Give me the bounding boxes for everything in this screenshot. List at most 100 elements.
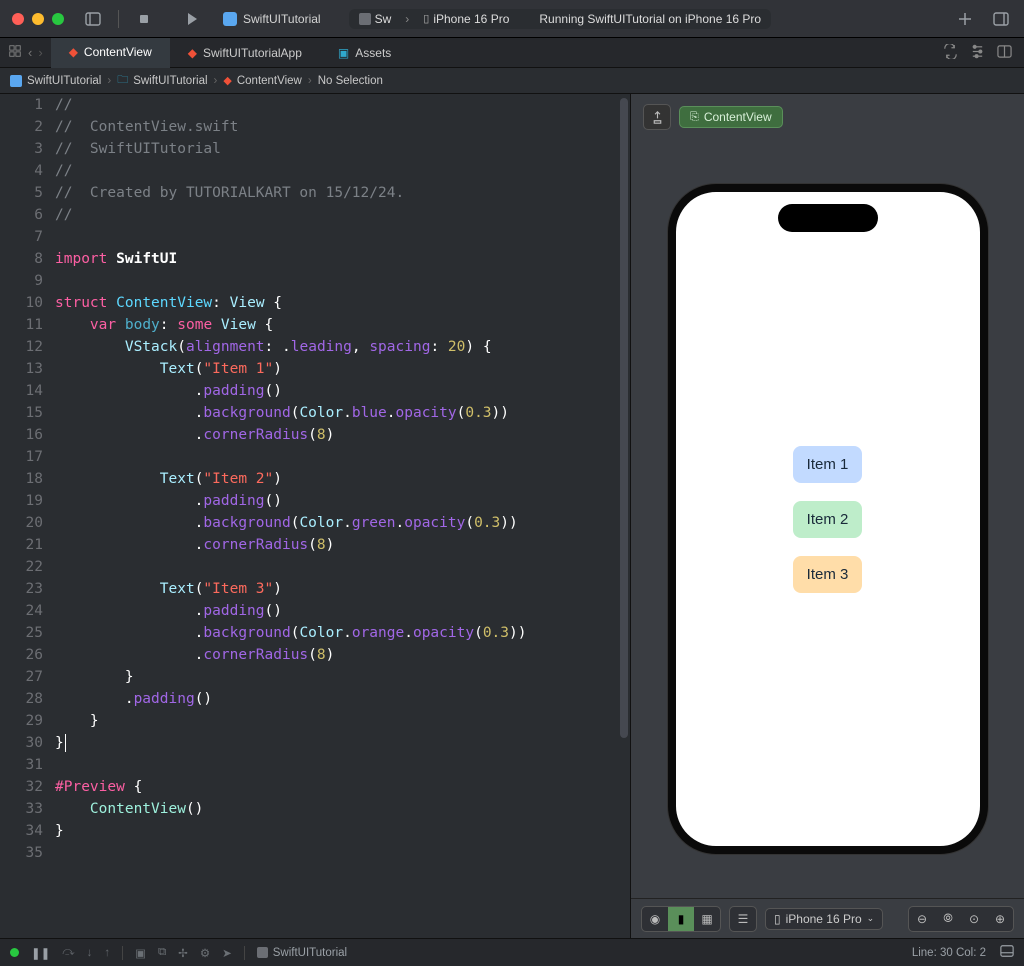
pause-debug-button[interactable]: ❚❚ <box>31 946 50 960</box>
scheme-selector[interactable]: SwiftUITutorial <box>223 12 321 26</box>
library-icon[interactable] <box>990 8 1012 30</box>
code-line[interactable]: 20 .background(Color.green.opacity(0.3)) <box>0 512 630 534</box>
code-content[interactable]: .background(Color.blue.opacity(0.3)) <box>55 402 630 424</box>
code-line[interactable]: 17 <box>0 446 630 468</box>
code-content[interactable]: } <box>55 820 630 842</box>
code-content[interactable]: } <box>55 710 630 732</box>
breadcrumb-project[interactable]: SwiftUITutorial <box>10 75 101 87</box>
preview-item[interactable]: Item 2 <box>793 501 863 538</box>
code-line[interactable]: 35 <box>0 842 630 864</box>
debug-view-button[interactable]: ▣ <box>135 946 146 960</box>
status-crumb-app[interactable]: Sw <box>359 12 392 26</box>
code-content[interactable]: .padding() <box>55 380 630 402</box>
editor-scrollbar[interactable] <box>620 98 628 738</box>
code-line[interactable]: 27 } <box>0 666 630 688</box>
zoom-fit-button[interactable]: ⊙ <box>961 907 987 931</box>
code-line[interactable]: 12 VStack(alignment: .leading, spacing: … <box>0 336 630 358</box>
code-content[interactable] <box>55 556 630 578</box>
code-content[interactable]: Text("Item 3") <box>55 578 630 600</box>
close-window-button[interactable] <box>12 13 24 25</box>
code-line[interactable]: 8import SwiftUI <box>0 248 630 270</box>
code-content[interactable]: .background(Color.green.opacity(0.3)) <box>55 512 630 534</box>
process-selector[interactable]: SwiftUITutorial <box>257 947 347 959</box>
code-line[interactable]: 23 Text("Item 3") <box>0 578 630 600</box>
preview-item[interactable]: Item 1 <box>793 446 863 483</box>
code-content[interactable]: // ContentView.swift <box>55 116 630 138</box>
code-content[interactable]: struct ContentView: View { <box>55 292 630 314</box>
code-line[interactable]: 33 ContentView() <box>0 798 630 820</box>
add-button[interactable] <box>954 8 976 30</box>
code-line[interactable]: 32#Preview { <box>0 776 630 798</box>
code-content[interactable]: .background(Color.orange.opacity(0.3)) <box>55 622 630 644</box>
code-line[interactable]: 26 .cornerRadius(8) <box>0 644 630 666</box>
breadcrumb-folder[interactable]: 🗀 SwiftUITutorial <box>117 71 207 90</box>
code-content[interactable]: // Created by TUTORIALKART on 15/12/24. <box>55 182 630 204</box>
pin-preview-button[interactable] <box>643 104 671 130</box>
code-line[interactable]: 18 Text("Item 2") <box>0 468 630 490</box>
live-preview-button[interactable]: ◉ <box>642 907 668 931</box>
code-content[interactable]: } <box>55 732 630 754</box>
breadcrumb-selection[interactable]: No Selection <box>318 75 383 87</box>
zoom-in-button[interactable]: ⊕ <box>987 907 1013 931</box>
code-content[interactable] <box>55 842 630 864</box>
code-line[interactable]: 34} <box>0 820 630 842</box>
tab-assets[interactable]: ▣Assets <box>320 38 409 68</box>
variants-button[interactable]: ▦ <box>694 907 720 931</box>
stop-button[interactable] <box>133 8 155 30</box>
code-content[interactable]: // <box>55 204 630 226</box>
preview-item[interactable]: Item 3 <box>793 556 863 593</box>
code-content[interactable] <box>55 446 630 468</box>
code-content[interactable]: var body: some View { <box>55 314 630 336</box>
code-line[interactable]: 31 <box>0 754 630 776</box>
code-content[interactable]: } <box>55 666 630 688</box>
code-line[interactable]: 28 .padding() <box>0 688 630 710</box>
code-content[interactable]: #Preview { <box>55 776 630 798</box>
code-content[interactable]: .padding() <box>55 600 630 622</box>
tab-swiftuitutorialapp[interactable]: ◆SwiftUITutorialApp <box>170 38 320 68</box>
nav-forward-icon[interactable]: › <box>38 45 42 60</box>
code-content[interactable]: .cornerRadius(8) <box>55 424 630 446</box>
code-content[interactable]: // SwiftUITutorial <box>55 138 630 160</box>
device-settings-button[interactable]: ☰ <box>730 907 756 931</box>
step-out-button[interactable]: ↑ <box>104 947 110 959</box>
code-line[interactable]: 13 Text("Item 1") <box>0 358 630 380</box>
code-line[interactable]: 11 var body: some View { <box>0 314 630 336</box>
add-editor-icon[interactable] <box>997 44 1012 62</box>
breadcrumb-file[interactable]: ◆ ContentView <box>223 74 301 87</box>
code-content[interactable]: .padding() <box>55 688 630 710</box>
code-editor[interactable]: 1//2// ContentView.swift3// SwiftUITutor… <box>0 94 630 938</box>
code-line[interactable]: 14 .padding() <box>0 380 630 402</box>
toggle-navigator-icon[interactable] <box>82 8 104 30</box>
code-content[interactable]: Text("Item 2") <box>55 468 630 490</box>
code-line[interactable]: 30} <box>0 732 630 754</box>
code-line[interactable]: 4// <box>0 160 630 182</box>
status-crumb-device[interactable]: ▯ iPhone 16 Pro <box>423 12 509 26</box>
zoom-window-button[interactable] <box>52 13 64 25</box>
code-line[interactable]: 7 <box>0 226 630 248</box>
code-content[interactable]: // <box>55 160 630 182</box>
toggle-console-icon[interactable] <box>1000 944 1014 961</box>
code-content[interactable] <box>55 754 630 776</box>
code-line[interactable]: 1// <box>0 94 630 116</box>
code-line[interactable]: 19 .padding() <box>0 490 630 512</box>
code-content[interactable]: ContentView() <box>55 798 630 820</box>
zoom-out-button[interactable]: ⊖ <box>909 907 935 931</box>
minimize-window-button[interactable] <box>32 13 44 25</box>
code-content[interactable]: .padding() <box>55 490 630 512</box>
location-button[interactable]: ➤ <box>222 946 232 960</box>
code-line[interactable]: 6// <box>0 204 630 226</box>
code-line[interactable]: 2// ContentView.swift <box>0 116 630 138</box>
tab-contentview[interactable]: ◆ContentView <box>51 38 170 68</box>
preview-device-selector[interactable]: ▯ iPhone 16 Pro ⌄ <box>765 908 883 930</box>
run-button[interactable] <box>181 8 203 30</box>
preview-provider-badge[interactable]: ⎘ ContentView <box>679 106 783 128</box>
memory-graph-button[interactable]: ⧉ <box>158 946 166 959</box>
code-line[interactable]: 29 } <box>0 710 630 732</box>
step-over-button[interactable]: ⤼ <box>62 946 74 959</box>
code-content[interactable]: // <box>55 94 630 116</box>
code-line[interactable]: 15 .background(Color.blue.opacity(0.3)) <box>0 402 630 424</box>
code-line[interactable]: 5// Created by TUTORIALKART on 15/12/24. <box>0 182 630 204</box>
code-line[interactable]: 9 <box>0 270 630 292</box>
code-line[interactable]: 25 .background(Color.orange.opacity(0.3)… <box>0 622 630 644</box>
selectable-preview-button[interactable]: ▮ <box>668 907 694 931</box>
